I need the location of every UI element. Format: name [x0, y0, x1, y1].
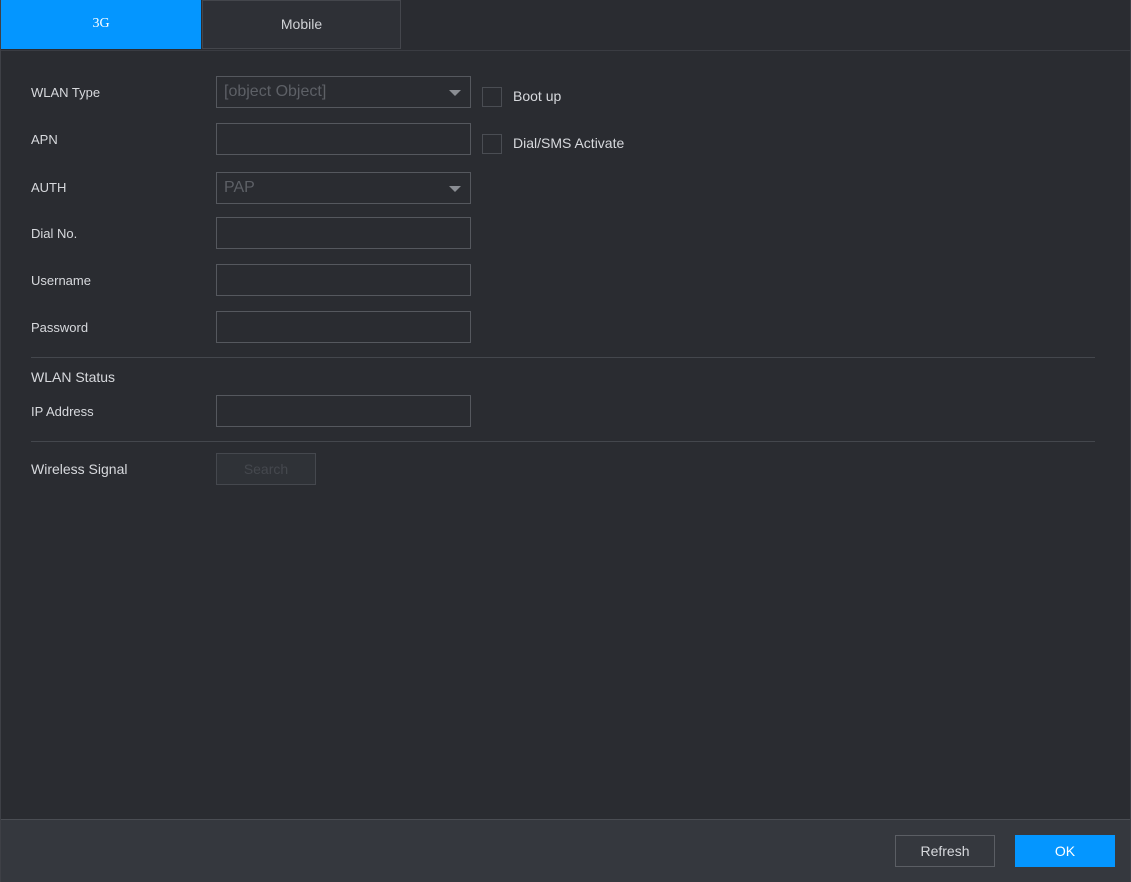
dial-sms-checkbox[interactable]	[482, 134, 502, 154]
search-button[interactable]: Search	[216, 453, 316, 485]
wlan-status-title: WLAN Status	[31, 369, 116, 385]
wlan-type-label: WLAN Type	[31, 85, 101, 100]
username-input[interactable]	[216, 264, 471, 296]
divider	[31, 357, 1095, 358]
apn-label: APN	[31, 132, 58, 147]
auth-value: PAP	[224, 179, 255, 196]
wlan-type-value: [object Object]	[224, 83, 327, 100]
wlan-type-select[interactable]: [object Object]	[216, 76, 471, 108]
auth-label: AUTH	[31, 180, 67, 195]
footer-bar: Refresh OK	[1, 819, 1130, 882]
ok-button[interactable]: OK	[1015, 835, 1115, 867]
divider	[31, 441, 1095, 442]
tab-3g[interactable]: 3G	[1, 0, 201, 49]
dial-sms-label: Dial/SMS Activate	[513, 135, 625, 151]
tab-mobile[interactable]: Mobile	[202, 0, 401, 49]
chevron-down-icon	[449, 90, 461, 96]
settings-content: WLAN Type [object Object] Boot up APN Di…	[1, 50, 1130, 820]
tab-bar: 3G Mobile	[1, 0, 401, 50]
apn-input[interactable]	[216, 123, 471, 155]
refresh-button[interactable]: Refresh	[895, 835, 995, 867]
password-label: Password	[31, 320, 89, 335]
chevron-down-icon	[449, 186, 461, 192]
wireless-signal-label: Wireless Signal	[31, 461, 128, 477]
username-label: Username	[31, 273, 91, 288]
dial-no-label: Dial No.	[31, 226, 78, 241]
boot-up-checkbox[interactable]	[482, 87, 502, 107]
ip-address-label: IP Address	[31, 404, 94, 419]
ip-address-field	[216, 395, 471, 427]
password-input[interactable]	[216, 311, 471, 343]
wlan-settings-panel: 3G Mobile WLAN Type [object Object] Boot…	[0, 0, 1131, 882]
dial-no-input[interactable]	[216, 217, 471, 249]
auth-select[interactable]: PAP	[216, 172, 471, 204]
boot-up-label: Boot up	[513, 88, 562, 104]
